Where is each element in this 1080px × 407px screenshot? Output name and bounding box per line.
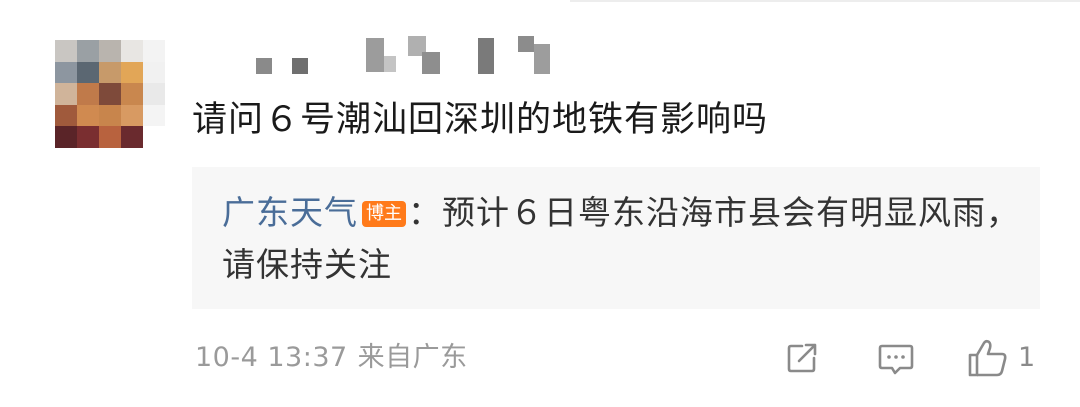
comment-text: 请问６号潮汕回深圳的地铁有影响吗 <box>192 100 769 140</box>
share-button[interactable] <box>782 338 822 378</box>
top-divider <box>570 0 1080 2</box>
comment-button[interactable] <box>876 338 916 378</box>
reply-content: 广东天气 博主 ：预计６日粤东沿海市县会有明显风雨，请保持关注 <box>222 187 1032 291</box>
like-button[interactable]: 1 <box>966 338 1035 378</box>
username-redacted[interactable] <box>256 36 556 78</box>
comment-meta: 10-4 13:37 来自广东 <box>195 340 468 376</box>
blogger-badge: 博主 <box>362 201 406 227</box>
reply-author-link[interactable]: 广东天气 <box>222 193 358 232</box>
thumbs-up-icon <box>968 339 1007 377</box>
avatar[interactable] <box>55 40 165 148</box>
comment-date: 10-4 13:37 <box>195 342 348 373</box>
reply-separator: ： <box>408 193 442 232</box>
reply-box[interactable]: 广东天气 博主 ：预计６日粤东沿海市县会有明显风雨，请保持关注 <box>192 167 1040 309</box>
like-count: 1 <box>1018 342 1036 373</box>
share-icon <box>787 343 817 373</box>
comment-icon <box>878 344 914 375</box>
comment-location: 来自广东 <box>357 342 468 373</box>
